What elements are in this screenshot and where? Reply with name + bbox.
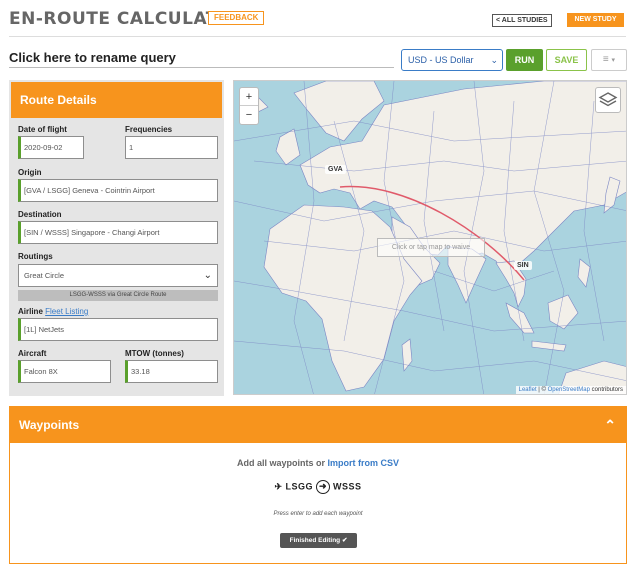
waypoint-hint: Press enter to add each waypoint xyxy=(273,511,363,517)
routings-select[interactable]: Great Circle ⌄ xyxy=(18,264,218,287)
routings-value: Great Circle xyxy=(24,271,65,280)
land-britain xyxy=(275,128,301,166)
aircraft-label: Aircraft xyxy=(18,349,47,358)
waypoints-panel: Waypoints ⌃ Add all waypoints or Import … xyxy=(9,406,627,564)
new-study-button[interactable]: NEW STUDY xyxy=(567,13,624,27)
route-map[interactable]: + − GVA SIN Click or tap map to waive Le… xyxy=(233,80,627,395)
route-details-panel: Route Details Date of flight 2020-09-02 … xyxy=(9,80,224,396)
menu-icon: ≡ xyxy=(602,54,609,65)
route-note: LSGG-WSSS via Great Circle Route xyxy=(18,290,218,301)
options-menu-button[interactable]: ≡ ▾ xyxy=(591,49,627,71)
date-input[interactable]: 2020-09-02 xyxy=(18,136,84,159)
header-divider xyxy=(9,36,626,37)
to-code: WSSS xyxy=(333,481,362,492)
origin-input[interactable]: [GVA / LSGG] Geneva - Cointrin Airport xyxy=(18,179,218,202)
routings-label: Routings xyxy=(18,252,53,261)
add-waypoints-text: Add all waypoints or xyxy=(236,458,325,468)
destination-marker[interactable]: SIN xyxy=(514,261,532,270)
origin-label: Origin xyxy=(18,168,42,177)
land-borneo xyxy=(547,294,579,330)
mtow-label: MTOW (tonnes) xyxy=(125,349,184,358)
waypoints-title: Waypoints xyxy=(19,418,80,432)
feedback-button[interactable]: FEEDBACK xyxy=(208,11,265,25)
destination-label: Destination xyxy=(18,210,62,219)
add-waypoints-line: Add all waypoints or Import from CSV xyxy=(10,458,626,468)
run-button[interactable]: RUN xyxy=(506,49,543,71)
airline-label-row: Airline Fleet Listing xyxy=(18,307,88,316)
fleet-listing-link[interactable]: Fleet Listing xyxy=(45,307,88,316)
zoom-in-button[interactable]: + xyxy=(240,88,258,106)
top-bar: EN-ROUTE CALCULATOR FEEDBACK < ALL STUDI… xyxy=(0,0,634,38)
waypoint-route: ✈ LSGG ➜ WSSS xyxy=(10,480,626,494)
land-madagascar xyxy=(401,338,413,372)
chevron-up-icon[interactable]: ⌃ xyxy=(604,407,616,443)
osm-link[interactable]: OpenStreetMap xyxy=(548,387,590,393)
frequencies-label: Frequencies xyxy=(125,125,173,134)
arrow-circle-icon: ➜ xyxy=(316,480,331,494)
chevron-down-icon: ⌄ xyxy=(490,55,498,65)
query-underline xyxy=(9,67,394,68)
zoom-out-button[interactable]: − xyxy=(240,106,258,124)
date-label: Date of flight xyxy=(18,125,67,134)
attribution-tail: contributors xyxy=(589,387,623,393)
caret-down-icon: ▾ xyxy=(611,57,616,64)
origin-marker[interactable]: GVA xyxy=(325,165,346,174)
destination-input[interactable]: [SIN / WSSS] Singapore - Changi Airport xyxy=(18,221,218,244)
land-java xyxy=(531,340,567,352)
query-name-field[interactable]: Click here to rename query xyxy=(9,50,176,65)
map-attribution: Leaflet | © OpenStreetMap contributors xyxy=(515,386,626,394)
plane-icon: ✈ xyxy=(274,481,283,492)
layers-icon xyxy=(598,92,618,107)
airline-label: Airline xyxy=(18,307,43,316)
import-csv-link[interactable]: Import from CSV xyxy=(328,458,400,468)
currency-value: USD - US Dollar xyxy=(408,55,474,65)
mtow-input[interactable]: 33.18 xyxy=(125,360,218,383)
currency-select[interactable]: USD - US Dollar ⌄ xyxy=(401,49,503,71)
leaflet-link[interactable]: Leaflet xyxy=(519,387,537,393)
finished-editing-button[interactable]: Finished Editing ✔ xyxy=(280,533,357,548)
all-studies-button[interactable]: < ALL STUDIES xyxy=(492,14,552,27)
route-details-header: Route Details xyxy=(11,82,222,118)
land-philippines xyxy=(577,258,591,288)
attribution-separator: | © xyxy=(536,387,548,393)
layers-button[interactable] xyxy=(595,87,621,113)
waypoints-header[interactable]: Waypoints ⌃ xyxy=(10,407,626,443)
frequencies-input[interactable]: 1 xyxy=(125,136,218,159)
chevron-down-icon: ⌄ xyxy=(203,270,212,281)
from-code: LSGG xyxy=(285,481,314,492)
zoom-control: + − xyxy=(239,87,259,125)
airline-input[interactable]: [1L] NetJets xyxy=(18,318,218,341)
save-button[interactable]: SAVE xyxy=(546,49,587,71)
aircraft-input[interactable]: Falcon 8X xyxy=(18,360,111,383)
map-hint: Click or tap map to waive xyxy=(377,238,485,257)
